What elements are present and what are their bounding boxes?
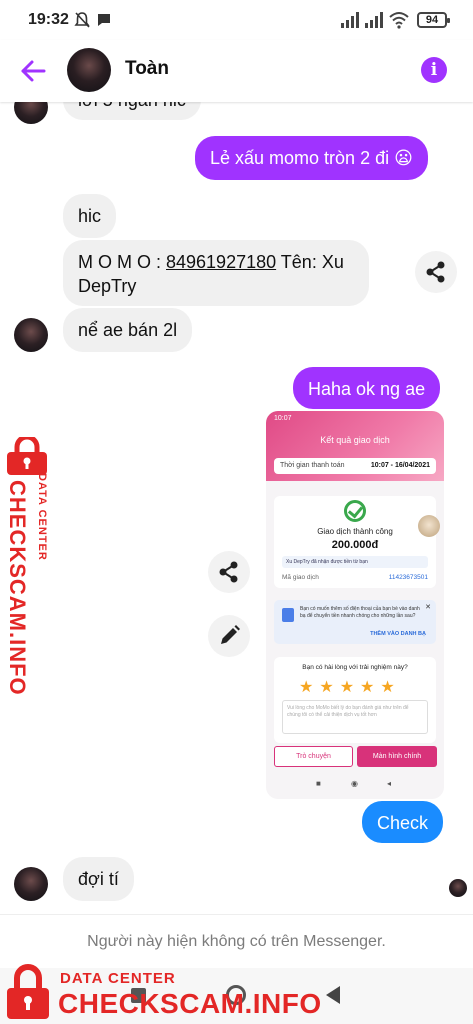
pencil-icon [221, 625, 240, 644]
status-bar: 19:32 94 [0, 0, 473, 40]
share-icon [219, 561, 238, 583]
seen-avatar [449, 879, 467, 897]
message-out-3[interactable]: Check [362, 801, 444, 843]
watermark-tag: DATA CENTER [60, 970, 176, 987]
battery-indicator: 94 [417, 12, 450, 28]
square-icon: ■ [316, 779, 321, 788]
watermark-tag-vertical: DATA CENTER [36, 473, 48, 561]
screenshot-time: 10:07 [274, 415, 292, 422]
contact-banner: Bạn có muốn thêm số điện thoại của bạn b… [274, 600, 436, 644]
message-in-4[interactable]: đợi tí [63, 857, 134, 901]
bell-off-icon [74, 12, 90, 28]
watermark-brand: CHECKSCAM.INFO [58, 988, 322, 1019]
sender-avatar[interactable] [14, 867, 48, 901]
chat-header: Toàn i [0, 40, 473, 102]
edit-button[interactable] [208, 615, 250, 657]
star-rating: ★★★★★ [299, 679, 401, 696]
transaction-code-row: Mã giao dịch 11423673501 [282, 574, 428, 581]
back-triangle-icon[interactable] [326, 986, 340, 1004]
amount-text: 200.000đ [331, 539, 379, 551]
close-icon: ✕ [425, 604, 431, 611]
watermark-brand-vertical: CHECKSCAM.INFO [5, 480, 30, 696]
not-on-messenger-notice: Người này hiện không có trên Messenger. [87, 933, 386, 950]
success-check-icon [344, 500, 366, 522]
payment-screenshot-image[interactable]: 10:07 Kết quả giao dịch Thời gian thanh … [266, 411, 444, 799]
back-icon: ◂ [387, 779, 392, 788]
info-icon[interactable]: i [421, 57, 447, 83]
watermark-vertical: DATA CENTER CHECKSCAM.INFO [2, 437, 52, 696]
banner-text: Bạn có muốn thêm số điện thoại của bạn b… [300, 606, 420, 619]
watermark-bottom: DATA CENTER CHECKSCAM.INFO [0, 962, 321, 1024]
message-out-2[interactable]: Haha ok ng ae [293, 367, 441, 409]
signal-icon [341, 12, 359, 28]
screenshot-title: Kết quả giao dịch [320, 435, 390, 445]
phone-number-link[interactable]: 84961927180 [166, 252, 276, 272]
circle-icon: ◉ [351, 779, 358, 788]
payment-time-row: Thời gian thanh toán 10:07 - 16/04/2021 [274, 458, 436, 474]
chat-button: Trò chuyện [274, 746, 353, 767]
share-button[interactable] [415, 251, 457, 293]
lock-icon [7, 964, 49, 1019]
received-note: Xu DepTry đã nhận được tiền từ bạn [282, 556, 428, 568]
composer-area: Người này hiện không có trên Messenger. [0, 914, 473, 968]
home-button: Màn hình chính [357, 746, 437, 767]
back-arrow-icon[interactable] [18, 56, 48, 86]
message-icon [98, 14, 110, 26]
code-label: Mã giao dịch [282, 574, 319, 581]
payment-time-value: 10:07 - 16/04/2021 [370, 462, 430, 469]
rating-card: Bạn có hài lòng với trải nghiệm này? ★★★… [274, 657, 436, 743]
message-in-1[interactable]: hic [63, 194, 117, 238]
transaction-card: Giao dịch thành công 200.000đ Xu DepTry … [274, 496, 436, 588]
lock-icon [7, 437, 47, 475]
cat-avatar-icon [418, 515, 440, 537]
share-icon [426, 261, 445, 283]
message-in-3[interactable]: nể ae bán 2l [63, 308, 193, 352]
status-time: 19:32 [28, 11, 69, 28]
screenshot-nav-bar: ■ ◉ ◂ [266, 775, 444, 795]
contact-name[interactable]: Toàn [125, 58, 169, 80]
contact-avatar[interactable] [67, 48, 111, 92]
banner-action: THÊM VÀO DANH BẠ [370, 631, 426, 637]
share-button[interactable] [208, 551, 250, 593]
feedback-box: Vui lòng cho MoMo biết lý do bạn đánh gi… [282, 700, 428, 734]
rating-question: Bạn có hài lòng với trải nghiệm này? [302, 664, 408, 671]
sender-avatar[interactable] [14, 318, 48, 352]
contact-book-icon [282, 608, 294, 622]
success-text: Giao dịch thành công [317, 527, 393, 536]
message-out-1[interactable]: Lẻ xấu momo tròn 2 đi 😦 [195, 136, 428, 180]
wifi-icon [389, 12, 409, 29]
payment-time-label: Thời gian thanh toán [280, 462, 345, 469]
momo-prefix: M O M O : [78, 252, 166, 272]
message-in-2[interactable]: M O M O : 84961927180 Tên: Xu DepTry [63, 240, 369, 306]
signal-2-icon [365, 12, 383, 28]
code-value: 11423673501 [388, 574, 428, 581]
